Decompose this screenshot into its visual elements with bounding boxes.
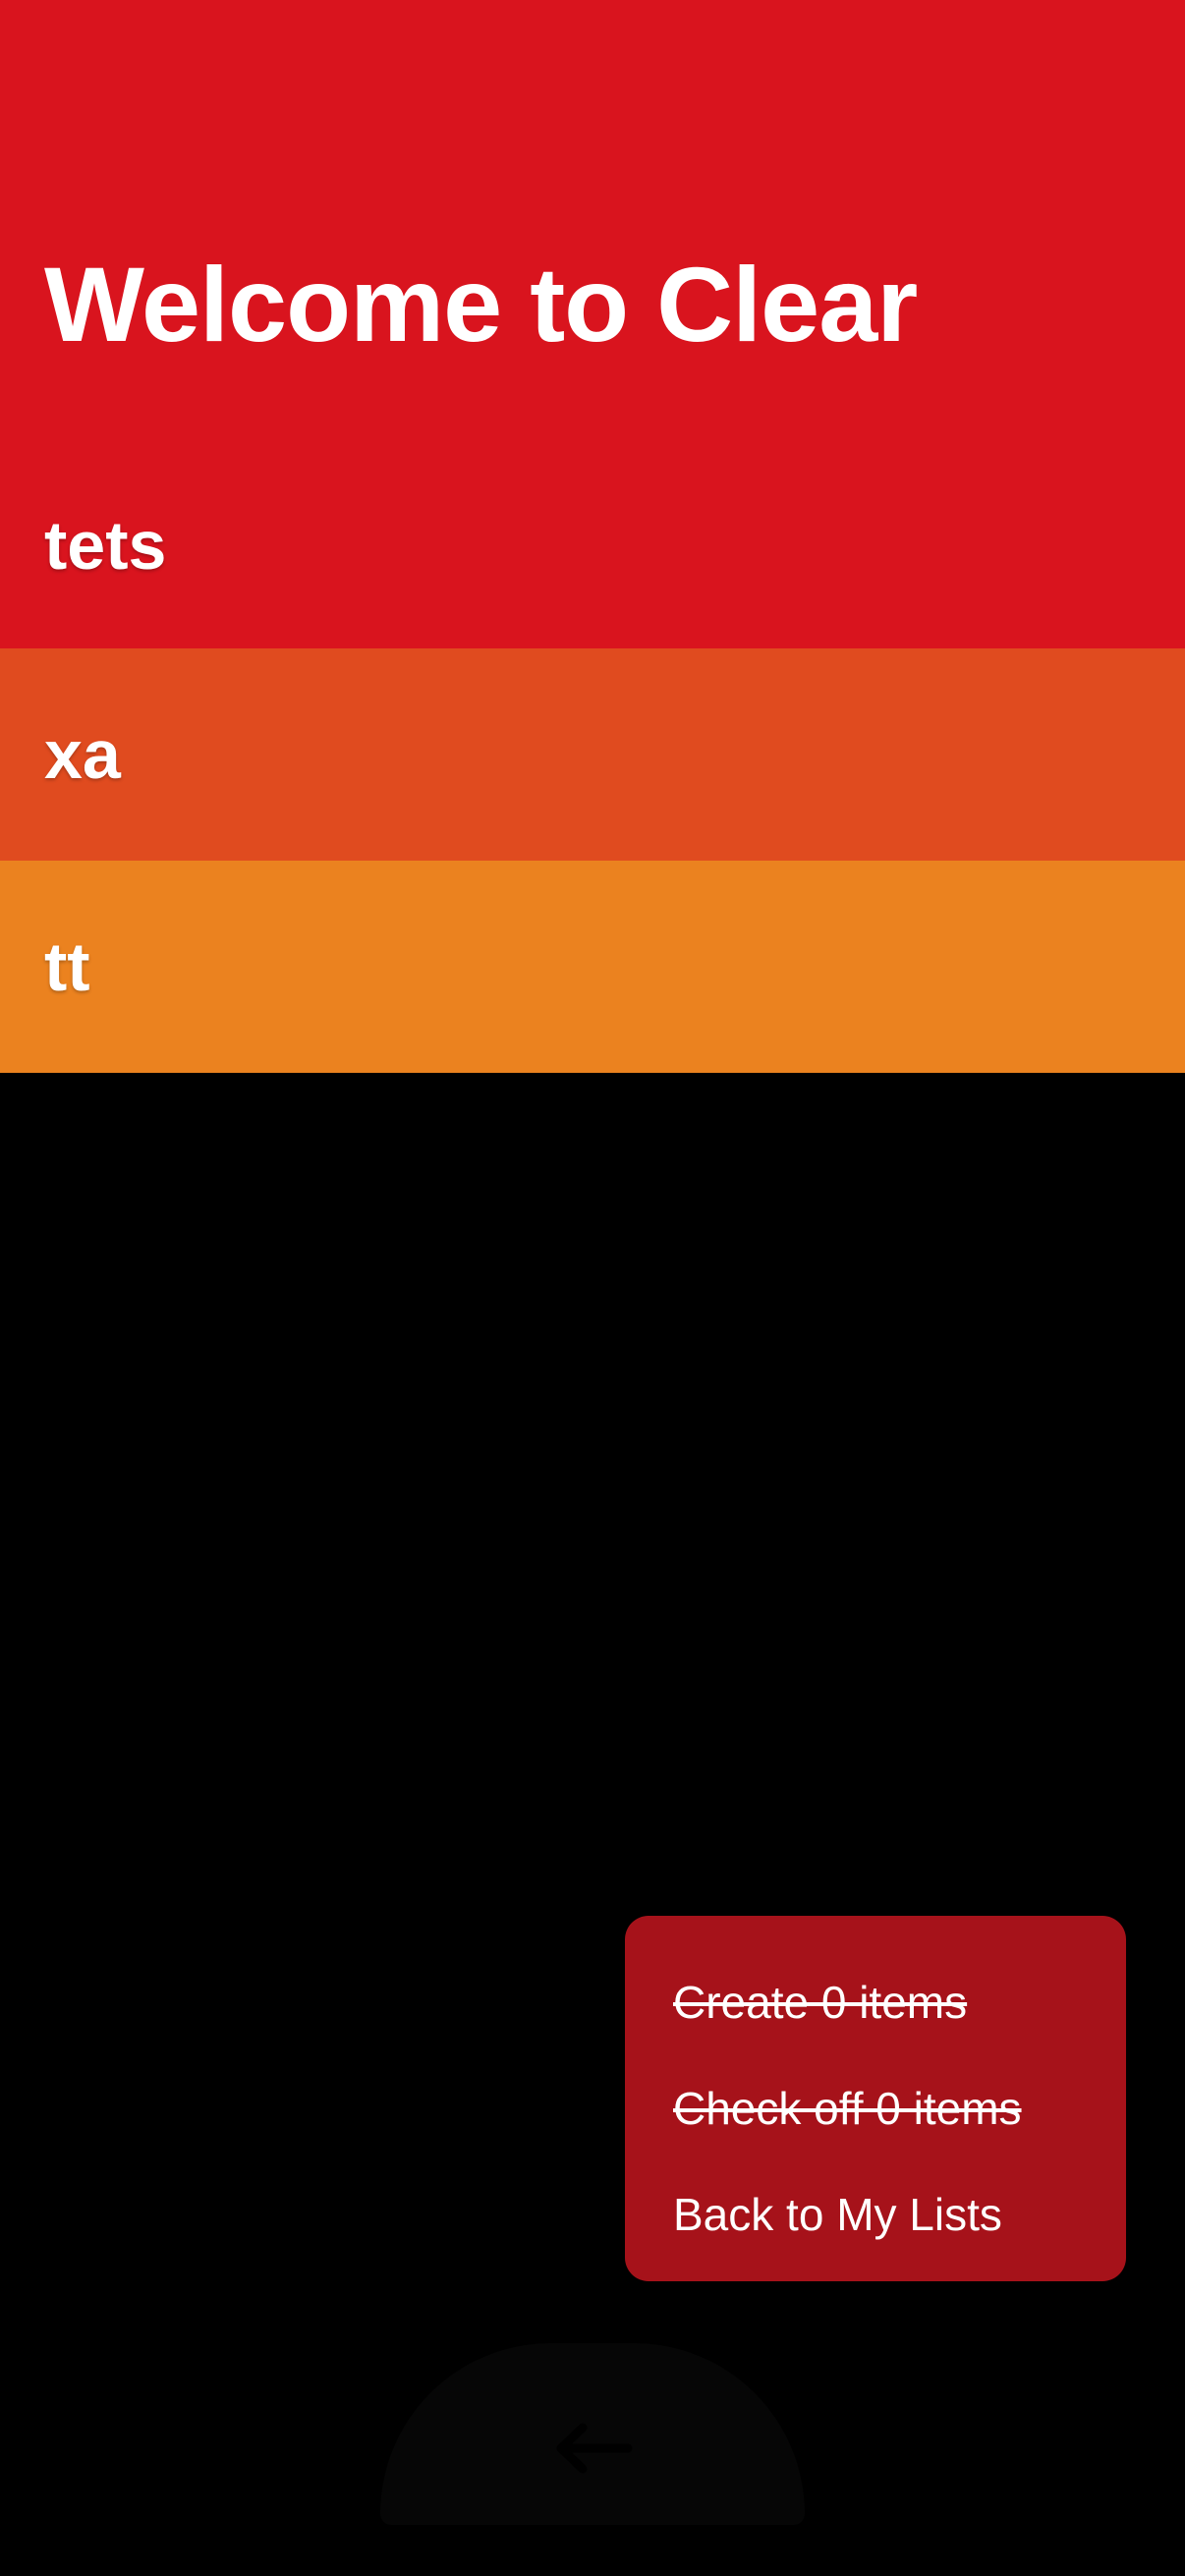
list-item-label: tets [44, 507, 167, 584]
header: Welcome to Clear [0, 0, 1185, 442]
create-items-button[interactable]: Create 0 items [673, 1949, 1126, 2055]
list-item[interactable]: xa [0, 648, 1185, 861]
list-item-label: tt [44, 928, 90, 1005]
todo-list: tets xa tt [0, 442, 1185, 1073]
list-item[interactable]: tets [0, 442, 1185, 648]
list-item-label: xa [44, 716, 121, 793]
back-handle[interactable] [380, 2343, 805, 2525]
arrow-left-icon [556, 2423, 633, 2474]
page-title: Welcome to Clear [44, 245, 918, 364]
actions-menu: Create 0 items Check off 0 items Back to… [625, 1916, 1126, 2281]
check-off-items-button[interactable]: Check off 0 items [673, 2055, 1126, 2161]
list-item[interactable]: tt [0, 861, 1185, 1073]
back-to-my-lists-button[interactable]: Back to My Lists [673, 2161, 1126, 2268]
clear-app-screen: Welcome to Clear tets xa tt Create 0 ite… [0, 0, 1185, 2576]
